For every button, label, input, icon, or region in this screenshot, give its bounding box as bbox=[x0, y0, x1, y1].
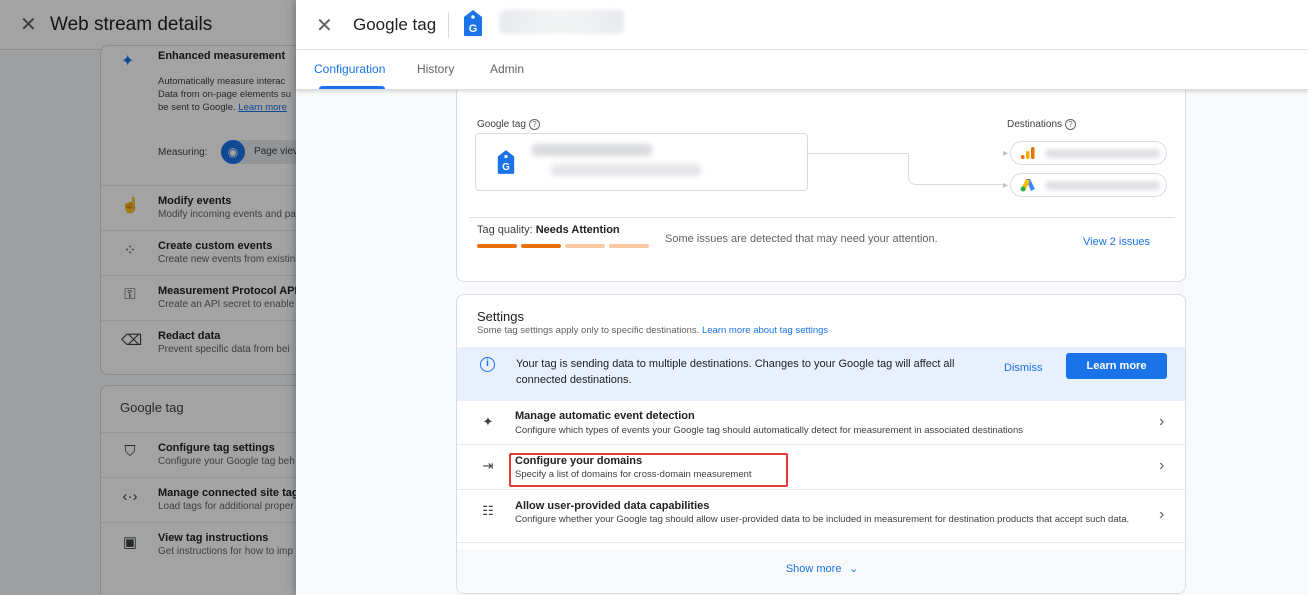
quality-bar-segment bbox=[477, 244, 517, 248]
setting-user-provided-data[interactable]: ☷ Allow user-provided data capabilities … bbox=[457, 490, 1185, 543]
dismiss-button[interactable]: Dismiss bbox=[1004, 362, 1043, 374]
google-ads-icon bbox=[1020, 179, 1035, 192]
multi-destination-banner: i Your tag is sending data to multiple d… bbox=[457, 347, 1185, 401]
drawer-tabs: Configuration History Admin bbox=[296, 50, 1308, 90]
tag-quality-label: Tag quality: Needs Attention bbox=[477, 224, 620, 236]
chevron-right-icon: › bbox=[1159, 457, 1165, 474]
help-icon[interactable]: ? bbox=[528, 119, 540, 130]
tag-quality-message: Some issues are detected that may need y… bbox=[665, 233, 938, 245]
quality-bar-segment bbox=[565, 244, 605, 248]
tag-overview-card: Google tag? G Destinations? ▸ ▸ Tag qual… bbox=[456, 84, 1186, 282]
google-tag-drawer: ✕ Google tag G Configuration History Adm… bbox=[296, 0, 1308, 595]
google-tag-icon: G bbox=[497, 150, 515, 174]
destination-name-redacted bbox=[1045, 149, 1160, 158]
quality-bar-segment bbox=[521, 244, 561, 248]
destination-name-redacted bbox=[1045, 181, 1160, 190]
tag-id-redacted bbox=[551, 164, 701, 176]
view-issues-link[interactable]: View 2 issues bbox=[1083, 236, 1150, 248]
destination-google-ads[interactable] bbox=[1010, 173, 1167, 197]
banner-message: Your tag is sending data to multiple des… bbox=[516, 358, 955, 386]
learn-more-tag-settings-link[interactable]: Learn more about tag settings bbox=[702, 325, 828, 336]
chevron-right-icon: › bbox=[1159, 506, 1165, 523]
learn-more-button[interactable]: Learn more bbox=[1066, 353, 1167, 379]
svg-text:G: G bbox=[502, 162, 510, 173]
settings-card: Settings Some tag settings apply only to… bbox=[456, 294, 1186, 594]
header-divider bbox=[448, 12, 449, 38]
merge-arrows-icon: ⇥ bbox=[482, 458, 494, 473]
close-icon[interactable]: ✕ bbox=[316, 13, 333, 38]
account-name-redacted bbox=[499, 10, 624, 34]
info-icon: i bbox=[480, 357, 495, 372]
arrow-icon: ▸ bbox=[1003, 180, 1009, 191]
google-tag-icon: G bbox=[464, 10, 482, 36]
tab-configuration[interactable]: Configuration bbox=[314, 62, 385, 76]
connector-line bbox=[908, 153, 1005, 185]
arrow-icon: ▸ bbox=[1003, 148, 1009, 159]
drawer-header: ✕ Google tag G bbox=[296, 0, 1308, 50]
help-icon[interactable]: ? bbox=[1065, 119, 1077, 130]
highlight-box bbox=[509, 453, 788, 487]
chevron-right-icon: › bbox=[1159, 413, 1165, 430]
destination-analytics[interactable] bbox=[1010, 141, 1167, 165]
user-data-icon: ☷ bbox=[482, 503, 494, 518]
analytics-icon bbox=[1021, 147, 1035, 159]
divider bbox=[469, 217, 1175, 218]
setting-configure-domains[interactable]: ⇥ Configure your domains Specify a list … bbox=[457, 445, 1185, 490]
tab-history[interactable]: History bbox=[417, 62, 454, 76]
show-more-button[interactable]: Show more ⌄ bbox=[457, 549, 1185, 593]
tag-name-redacted bbox=[532, 144, 652, 156]
settings-title: Settings bbox=[477, 309, 524, 324]
google-tag-label: Google tag? bbox=[477, 119, 540, 130]
tag-quality-value: Needs Attention bbox=[535, 224, 620, 236]
tab-admin[interactable]: Admin bbox=[490, 62, 524, 76]
connector-line bbox=[808, 153, 908, 154]
active-tab-indicator bbox=[319, 86, 385, 89]
chevron-down-icon: ⌄ bbox=[845, 563, 859, 575]
tag-id-box: G bbox=[475, 133, 808, 191]
sparkle-icon: ✦ bbox=[482, 414, 494, 429]
quality-bar-segment bbox=[609, 244, 649, 248]
settings-subtitle: Some tag settings apply only to specific… bbox=[477, 325, 829, 336]
setting-manage-auto-event-detection[interactable]: ✦ Manage automatic event detection Confi… bbox=[457, 401, 1185, 445]
drawer-title: Google tag bbox=[353, 15, 437, 34]
destinations-label: Destinations? bbox=[1007, 119, 1077, 130]
svg-text:G: G bbox=[469, 23, 478, 35]
